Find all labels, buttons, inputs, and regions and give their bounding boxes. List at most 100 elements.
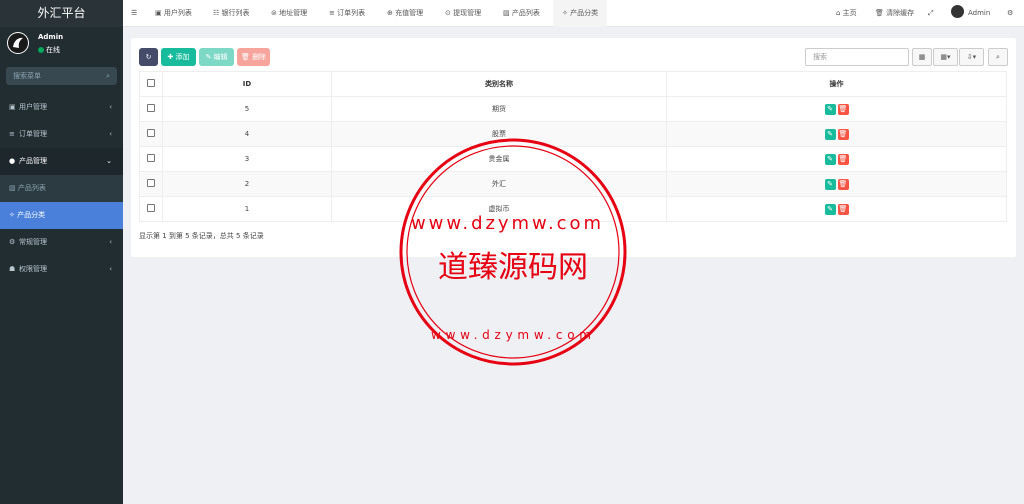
watermark-ring-bottom: www.dzymw.com: [431, 328, 591, 342]
user-name: Admin: [38, 33, 64, 41]
table-row[interactable]: 1 虚拟币 ✎ 🗑: [139, 196, 1007, 222]
category-table: ID 类别名称 操作 5 期货 ✎ 🗑 4 股票 ✎ 🗑 3 贵金属 ✎ 🗑 2…: [139, 71, 1007, 222]
row-delete-button[interactable]: 🗑: [837, 178, 849, 190]
sidebar-item-user[interactable]: ▣ 用户管理 ‹: [0, 94, 123, 121]
row-checkbox[interactable]: [147, 179, 155, 187]
tab-recharge[interactable]: ⊕ 充值管理: [387, 0, 423, 27]
table-row[interactable]: 4 股票 ✎ 🗑: [139, 121, 1007, 147]
cell-id: 2: [162, 171, 332, 197]
row-edit-button[interactable]: ✎: [824, 103, 836, 115]
cell-name: 虚拟币: [331, 196, 667, 222]
sidebar-subitem-product-list[interactable]: ▨ 产品列表: [0, 175, 123, 202]
sidebar-item-label: 用户管理: [19, 103, 47, 111]
table-header-row: ID 类别名称 操作: [139, 71, 1007, 97]
sidebar-item-label: 产品管理: [19, 157, 47, 165]
column-header-id[interactable]: ID: [162, 71, 332, 97]
sidebar-subitem-product-category[interactable]: ✧ 产品分类: [0, 202, 123, 229]
table-search-input[interactable]: 搜索: [805, 48, 909, 66]
tab-address[interactable]: ⊜ 地址管理: [271, 0, 307, 27]
delete-button[interactable]: 🗑 删除: [237, 48, 270, 66]
cell-actions: ✎ 🗑: [666, 96, 1007, 122]
tab-bank-list[interactable]: ☷ 银行列表: [213, 0, 250, 27]
tab-user-list[interactable]: ▣ 用户列表: [155, 0, 192, 27]
user-panel: Admin 在线: [0, 27, 123, 63]
cell-actions: ✎ 🗑: [666, 121, 1007, 147]
table-row[interactable]: 5 期货 ✎ 🗑: [139, 96, 1007, 122]
cell-id: 3: [162, 146, 332, 172]
cell-name: 贵金属: [331, 146, 667, 172]
tab-withdraw[interactable]: ⊙ 提现管理: [445, 0, 481, 27]
fullscreen-icon[interactable]: ⤢: [928, 0, 934, 27]
chevron-left-icon: ‹: [109, 130, 112, 138]
select-all-checkbox[interactable]: [147, 79, 155, 87]
cell-name: 外汇: [331, 171, 667, 197]
row-delete-button[interactable]: 🗑: [837, 153, 849, 165]
cogs-icon: ⚙: [9, 238, 16, 246]
tab-order-list[interactable]: ≡ 订单列表: [329, 0, 365, 27]
chevron-left-icon: ‹: [109, 265, 112, 273]
tab-label: 订单列表: [337, 9, 366, 17]
sidebar-item-label: 订单管理: [19, 130, 47, 138]
app-title[interactable]: 外汇平台: [0, 0, 123, 27]
sidebar-item-label: 权限管理: [19, 265, 47, 273]
toggle-view-icon[interactable]: ▦: [912, 48, 932, 66]
user-icon: ▣: [9, 103, 16, 111]
edit-button[interactable]: ✎ 编辑: [199, 48, 234, 66]
chevron-left-icon: ‹: [109, 238, 112, 246]
row-checkbox[interactable]: [147, 204, 155, 212]
row-checkbox[interactable]: [147, 154, 155, 162]
cell-name: 期货: [331, 96, 667, 122]
home-link[interactable]: ⌂ 主页: [836, 0, 857, 27]
add-button[interactable]: ✚ 添加: [161, 48, 196, 66]
row-edit-button[interactable]: ✎: [824, 128, 836, 140]
cell-name: 股票: [331, 121, 667, 147]
row-delete-button[interactable]: 🗑: [837, 128, 849, 140]
row-checkbox-cell: [139, 171, 163, 197]
admin-label: Admin: [968, 9, 991, 17]
refresh-button[interactable]: ↻: [139, 48, 158, 66]
search-icon: ⌕: [106, 72, 110, 80]
row-delete-button[interactable]: 🗑: [837, 103, 849, 115]
table-row[interactable]: 3 贵金属 ✎ 🗑: [139, 146, 1007, 172]
sidebar-search-placeholder: 搜索菜单: [13, 72, 41, 80]
columns-dropdown-icon[interactable]: ▦▾: [933, 48, 958, 66]
row-edit-button[interactable]: ✎: [824, 203, 836, 215]
select-all-checkbox-cell: [139, 71, 163, 97]
tab-product-list[interactable]: ▨ 产品列表: [503, 0, 540, 27]
tab-product-category[interactable]: ✧ 产品分类: [553, 0, 608, 27]
product-icon: ●: [9, 157, 16, 165]
clear-cache-label: 清除缓存: [886, 9, 915, 17]
category-icon: ✧: [9, 211, 15, 219]
sidebar-item-auth[interactable]: ☗ 权限管理 ‹: [0, 256, 123, 283]
user-status-label: 在线: [46, 46, 60, 54]
sidebar-item-general[interactable]: ⚙ 常规管理 ‹: [0, 229, 123, 256]
menu-toggle-icon[interactable]: ☰: [131, 0, 137, 27]
sidebar-subitem-label: 产品列表: [17, 184, 46, 192]
admin-menu[interactable]: Admin: [951, 0, 990, 27]
row-edit-button[interactable]: ✎: [824, 178, 836, 190]
column-header-name[interactable]: 类别名称: [331, 71, 667, 97]
sidebar-item-product[interactable]: ● 产品管理 ⌄: [0, 148, 123, 175]
cell-id: 4: [162, 121, 332, 147]
row-checkbox[interactable]: [147, 129, 155, 137]
settings-icon[interactable]: ⚙: [1007, 0, 1013, 27]
row-delete-button[interactable]: 🗑: [837, 203, 849, 215]
cell-id: 5: [162, 96, 332, 122]
pagination-summary: 显示第 1 到第 5 条记录，总共 5 条记录: [139, 232, 264, 240]
export-dropdown-icon[interactable]: ⇩▾: [959, 48, 984, 66]
sidebar-search-input[interactable]: 搜索菜单 ⌕: [6, 67, 117, 85]
column-header-actions: 操作: [666, 71, 1007, 97]
tab-label: 产品列表: [511, 9, 540, 17]
cell-actions: ✎ 🗑: [666, 171, 1007, 197]
row-edit-button[interactable]: ✎: [824, 153, 836, 165]
table-row[interactable]: 2 外汇 ✎ 🗑: [139, 171, 1007, 197]
row-checkbox[interactable]: [147, 104, 155, 112]
tab-label: 充值管理: [395, 9, 424, 17]
chevron-down-icon: ⌄: [106, 157, 112, 165]
tab-label: 提现管理: [453, 9, 482, 17]
edit-label: 编辑: [213, 53, 228, 61]
advanced-search-icon[interactable]: ⌕: [988, 48, 1008, 66]
add-label: 添加: [175, 53, 190, 61]
clear-cache-link[interactable]: 🗑 清除缓存: [875, 0, 914, 27]
sidebar-item-order[interactable]: ≡ 订单管理 ‹: [0, 121, 123, 148]
